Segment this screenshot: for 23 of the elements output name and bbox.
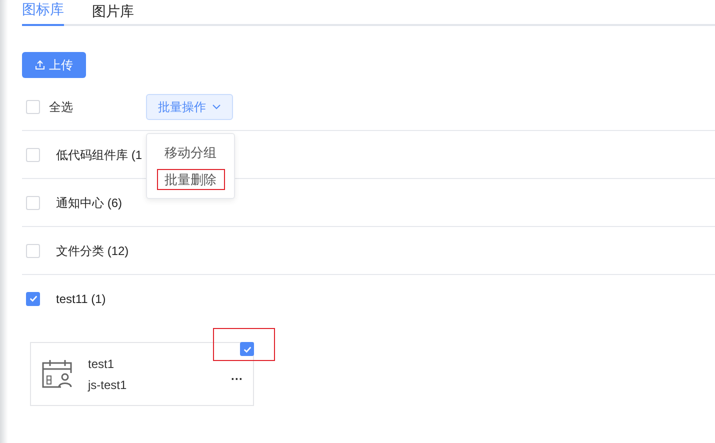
icon-card[interactable]: test1 js-test1 ··· [30,342,254,406]
check-icon [28,294,38,303]
upload-icon [35,60,45,70]
checkbox[interactable] [26,100,40,114]
checkbox[interactable] [26,148,40,162]
group-label: 通知中心 (6) [56,194,122,212]
group-label: 文件分类 (12) [56,242,129,260]
menu-item[interactable]: 批量删除 [156,169,224,190]
check-icon [242,344,252,354]
chevron-down-icon [212,104,221,110]
checkbox[interactable] [26,196,40,210]
checkbox[interactable] [240,342,254,356]
menu-item[interactable]: 移动分组 [156,142,224,163]
checkbox[interactable] [26,292,40,306]
group-label: 低代码组件库 (1 [56,146,142,164]
icon-code: js-test1 [88,376,127,394]
tab[interactable]: 图片库 [92,1,134,26]
checkbox[interactable] [26,244,40,258]
icon-name: test1 [88,356,116,372]
group-label: test11 (1) [56,290,106,308]
more-button[interactable]: ··· [231,370,243,388]
calendar-user-icon [41,359,73,389]
select-all-label: 全选 [49,99,73,116]
